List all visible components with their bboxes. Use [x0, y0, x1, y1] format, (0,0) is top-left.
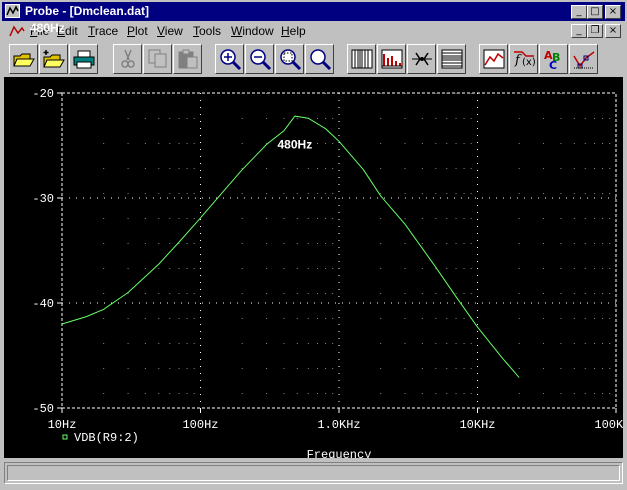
y-tick-label: -40	[32, 297, 54, 311]
zoom-in-icon	[220, 49, 242, 70]
print-button[interactable]	[69, 44, 98, 74]
maximize-button[interactable]: □	[587, 5, 603, 19]
add-trace-button[interactable]	[479, 44, 508, 74]
performance-analysis-icon	[412, 52, 432, 66]
log-x-axis-button[interactable]	[347, 44, 376, 74]
text-label-icon: A BC	[544, 49, 560, 70]
doc-minimize-button[interactable]: _	[571, 24, 587, 38]
menu-view[interactable]: View	[157, 24, 183, 38]
doc-restore-button[interactable]: ❐	[587, 24, 603, 38]
open-folder-icon	[13, 53, 35, 67]
x-tick-label: 10KHz	[459, 418, 495, 432]
plot-frame	[61, 92, 617, 409]
plot-area[interactable]: 10Hz 100Hz 1.0KHz 10KHz 100KHz -20 -30 -40 -50 48…	[4, 77, 623, 458]
x-tick-label: 100KHz	[594, 418, 623, 432]
log-y-axis-button[interactable]	[437, 44, 466, 74]
title-bar[interactable]: Probe - [Dmclean.dat] _ □ ×	[2, 2, 625, 21]
cursor-frequency-label: 480Hz	[30, 21, 65, 35]
eval-goal-function-button[interactable]: f (x)	[509, 44, 538, 74]
close-button[interactable]: ×	[605, 5, 621, 19]
probe-app-icon[interactable]	[5, 4, 20, 18]
copy-icon	[148, 49, 167, 68]
svg-text:(x): (x)	[522, 57, 536, 68]
goal-function-icon: f (x)	[514, 51, 536, 68]
legend-marker	[62, 434, 68, 440]
log-x-axis-icon	[351, 49, 373, 69]
window-title: Probe - [Dmclean.dat]	[25, 4, 150, 18]
zoom-area-button[interactable]	[275, 44, 304, 74]
zoom-in-button[interactable]	[215, 44, 244, 74]
x-tick-label: 100Hz	[182, 418, 218, 432]
mark-points-icon	[573, 51, 595, 69]
menu-trace[interactable]: Trace	[88, 24, 118, 38]
append-folder-icon	[43, 50, 65, 68]
printer-icon	[73, 50, 95, 69]
log-y-axis-icon	[441, 49, 463, 69]
doc-close-button[interactable]: ×	[605, 24, 621, 38]
fourier-button[interactable]	[377, 44, 406, 74]
paste-button[interactable]	[173, 44, 202, 74]
menu-tools[interactable]: Tools	[193, 24, 221, 38]
svg-text:f: f	[514, 53, 522, 68]
svg-text:C: C	[549, 59, 557, 70]
trace-vdb-r9-2	[61, 115, 520, 378]
zoom-fit-button[interactable]	[305, 44, 334, 74]
zoom-area-icon	[280, 49, 302, 70]
append-file-button[interactable]	[39, 44, 68, 74]
minimize-button[interactable]: _	[571, 5, 587, 19]
zoom-out-icon	[250, 49, 272, 70]
mark-data-points-button[interactable]	[569, 44, 598, 74]
plot-window-icon[interactable]	[9, 24, 25, 38]
y-tick-label: -30	[32, 192, 54, 206]
toolbar: f (x) ABC	[2, 42, 625, 76]
performance-analysis-button[interactable]	[407, 44, 436, 74]
menu-window[interactable]: Window	[231, 24, 274, 38]
menu-plot[interactable]: Plot	[127, 24, 148, 38]
y-tick-label: -20	[32, 87, 54, 101]
cut-button[interactable]	[113, 44, 142, 74]
add-label-button[interactable]: ABC	[539, 44, 568, 74]
y-tick-label: -50	[32, 402, 54, 416]
zoom-out-button[interactable]	[245, 44, 274, 74]
x-axis-label: Frequency	[307, 448, 372, 458]
peak-annotation: 480Hz	[278, 138, 313, 152]
frequency-response-chart[interactable]: 10Hz 100Hz 1.0KHz 10KHz 100KHz -20 -30 -40 -50 48…	[4, 77, 623, 458]
menu-bar: File Edit Trace Plot View Tools Window H…	[2, 21, 625, 40]
scissors-icon	[121, 49, 135, 68]
copy-button[interactable]	[143, 44, 172, 74]
x-tick-label: 10Hz	[48, 418, 77, 432]
legend-label: VDB(R9:2)	[74, 431, 139, 445]
x-tick-label: 1.0KHz	[317, 418, 360, 432]
add-trace-icon	[483, 49, 505, 69]
status-bar	[4, 462, 623, 484]
status-message-area	[7, 465, 620, 481]
open-file-button[interactable]	[9, 44, 38, 74]
fourier-icon	[381, 49, 403, 69]
menu-help[interactable]: Help	[281, 24, 306, 38]
paste-icon	[178, 49, 198, 69]
zoom-fit-icon	[310, 49, 332, 70]
